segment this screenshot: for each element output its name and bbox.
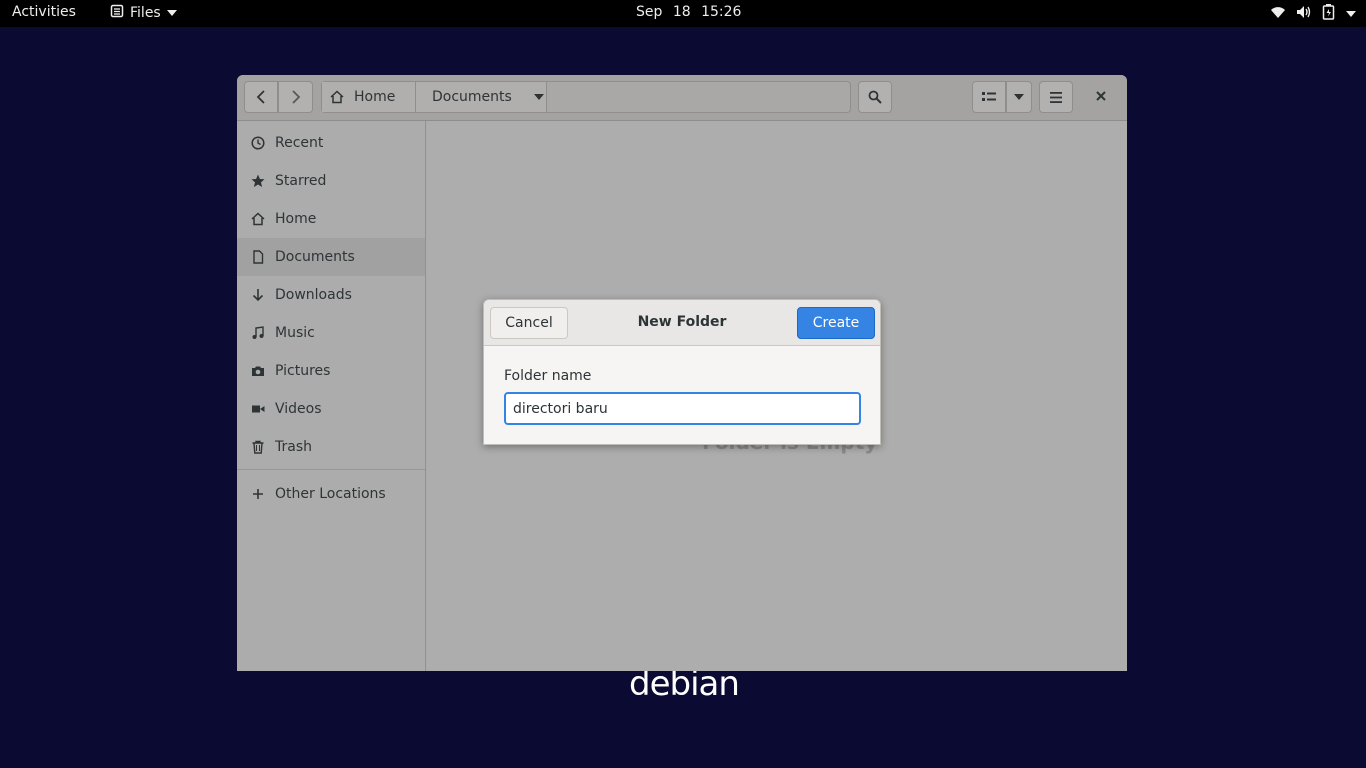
header-bar: Home Documents	[237, 75, 1127, 121]
sidebar-item-label: Videos	[275, 401, 322, 417]
app-menu-label: Files	[130, 5, 161, 21]
sidebar-item-label: Music	[275, 325, 315, 341]
chevron-left-icon	[256, 90, 265, 104]
sidebar-item-home[interactable]: Home	[237, 200, 425, 238]
home-icon	[330, 90, 344, 104]
sidebar: Recent Starred Home Documents Downloads …	[237, 121, 426, 671]
view-options-button[interactable]	[1006, 81, 1032, 113]
star-icon	[251, 174, 265, 188]
create-button[interactable]: Create	[797, 307, 875, 339]
camera-icon	[251, 364, 265, 378]
main-menu-button[interactable]	[1039, 81, 1073, 113]
document-icon	[251, 250, 265, 264]
sidebar-item-label: Downloads	[275, 287, 352, 303]
video-icon	[251, 402, 265, 416]
folder-name-label: Folder name	[504, 368, 592, 384]
list-view-icon	[982, 92, 996, 101]
chevron-down-icon	[166, 10, 177, 16]
chevron-down-icon	[1346, 11, 1356, 17]
sidebar-item-label: Starred	[275, 173, 327, 189]
clock-icon	[251, 136, 265, 150]
sidebar-item-label: Pictures	[275, 363, 331, 379]
path-home-label: Home	[354, 89, 396, 105]
files-app-icon	[110, 4, 124, 22]
sidebar-item-documents[interactable]: Documents	[237, 238, 425, 276]
system-tray[interactable]	[1270, 4, 1356, 24]
download-icon	[251, 288, 265, 302]
path-home-button[interactable]: Home	[322, 82, 416, 112]
clock-time: 15:26	[701, 4, 742, 20]
sidebar-item-downloads[interactable]: Downloads	[237, 276, 425, 314]
trash-icon	[251, 440, 265, 454]
sidebar-divider	[237, 469, 425, 470]
view-mode-button[interactable]	[972, 81, 1006, 113]
sidebar-item-label: Documents	[275, 249, 355, 265]
sidebar-item-label: Recent	[275, 135, 324, 151]
hamburger-menu-icon	[1050, 91, 1062, 103]
plus-icon	[251, 487, 265, 501]
battery-icon	[1322, 4, 1336, 24]
sidebar-item-music[interactable]: Music	[237, 314, 425, 352]
home-icon	[251, 212, 265, 226]
sidebar-item-label: Home	[275, 211, 317, 227]
clock-date: Sep 18	[636, 4, 691, 20]
music-icon	[251, 326, 265, 340]
chevron-down-icon	[533, 94, 544, 100]
sidebar-item-trash[interactable]: Trash	[237, 428, 425, 466]
path-documents-button[interactable]: Documents	[416, 82, 547, 112]
path-documents-label: Documents	[432, 89, 512, 105]
activities-button[interactable]: Activities	[12, 4, 76, 20]
search-button[interactable]	[858, 81, 892, 113]
dialog-header: Cancel New Folder Create	[484, 300, 880, 346]
sidebar-item-videos[interactable]: Videos	[237, 390, 425, 428]
clock[interactable]: Sep 18 15:26	[636, 4, 741, 20]
sidebar-item-label: Other Locations	[275, 486, 386, 502]
top-bar: Activities Files Sep 18 15:26	[0, 0, 1366, 27]
wifi-icon	[1270, 5, 1286, 23]
path-bar: Home Documents	[321, 81, 851, 113]
app-menu[interactable]: Files	[110, 4, 177, 22]
search-icon	[868, 90, 882, 104]
sidebar-item-recent[interactable]: Recent	[237, 124, 425, 162]
back-button[interactable]	[244, 81, 278, 113]
sidebar-item-other-locations[interactable]: Other Locations	[237, 475, 425, 513]
new-folder-dialog: Cancel New Folder Create Folder name	[483, 299, 881, 445]
chevron-down-icon	[1014, 94, 1024, 100]
sidebar-item-label: Trash	[275, 439, 312, 455]
chevron-right-icon	[291, 90, 300, 104]
folder-name-input[interactable]	[504, 392, 861, 425]
sidebar-item-starred[interactable]: Starred	[237, 162, 425, 200]
close-icon	[1096, 91, 1106, 101]
volume-icon	[1296, 5, 1312, 23]
forward-button[interactable]	[278, 81, 313, 113]
close-window-button[interactable]	[1095, 90, 1107, 106]
sidebar-item-pictures[interactable]: Pictures	[237, 352, 425, 390]
